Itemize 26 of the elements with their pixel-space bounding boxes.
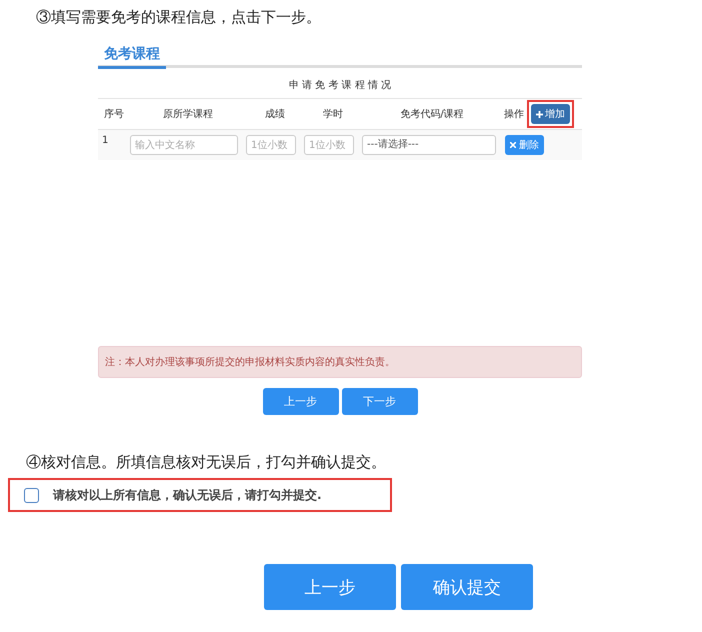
plus-icon	[536, 110, 543, 118]
close-icon	[510, 142, 516, 148]
course-input[interactable]: 输入中文名称	[130, 135, 238, 155]
hours-input[interactable]: 1位小数	[304, 135, 354, 155]
course-select[interactable]: ---请选择---	[362, 135, 496, 155]
column-header: 学时	[323, 108, 343, 121]
step-instruction: ④核对信息。所填信息核对无误后，打勾并确认提交。	[26, 453, 386, 472]
column-header: 原所学课程	[163, 108, 213, 121]
column-header: 序号	[104, 108, 124, 121]
checkbox[interactable]	[24, 488, 39, 502]
column-header: 操作	[504, 108, 524, 121]
add-button[interactable]: 增加	[531, 104, 570, 124]
next-button[interactable]: 下一步	[342, 388, 418, 415]
submit-button[interactable]: 确认提交	[401, 564, 533, 610]
previous-button[interactable]: 上一步	[262, 388, 338, 415]
delete-button[interactable]: 删除	[505, 135, 544, 155]
step-instruction: ③填写需要免考的课程信息，点击下一步。	[36, 8, 321, 27]
score-input[interactable]: 1位小数	[246, 135, 296, 155]
table-title: 申 请 免 考 课 程 情 况	[288, 78, 392, 93]
row-number: 1	[101, 134, 110, 146]
previous-button[interactable]: 上一步	[264, 564, 396, 610]
confirm-label: 请核对以上所有信息，确认无误后，请打勾并提交.	[53, 486, 322, 504]
notice-banner: 注：本人对办理该事项所提交的申报材料实质内容的真实性负责。	[98, 346, 582, 378]
section-tab[interactable]: 免考课程	[98, 44, 166, 69]
column-header: 免考代码/课程	[400, 108, 464, 121]
column-header: 成绩	[265, 108, 285, 121]
